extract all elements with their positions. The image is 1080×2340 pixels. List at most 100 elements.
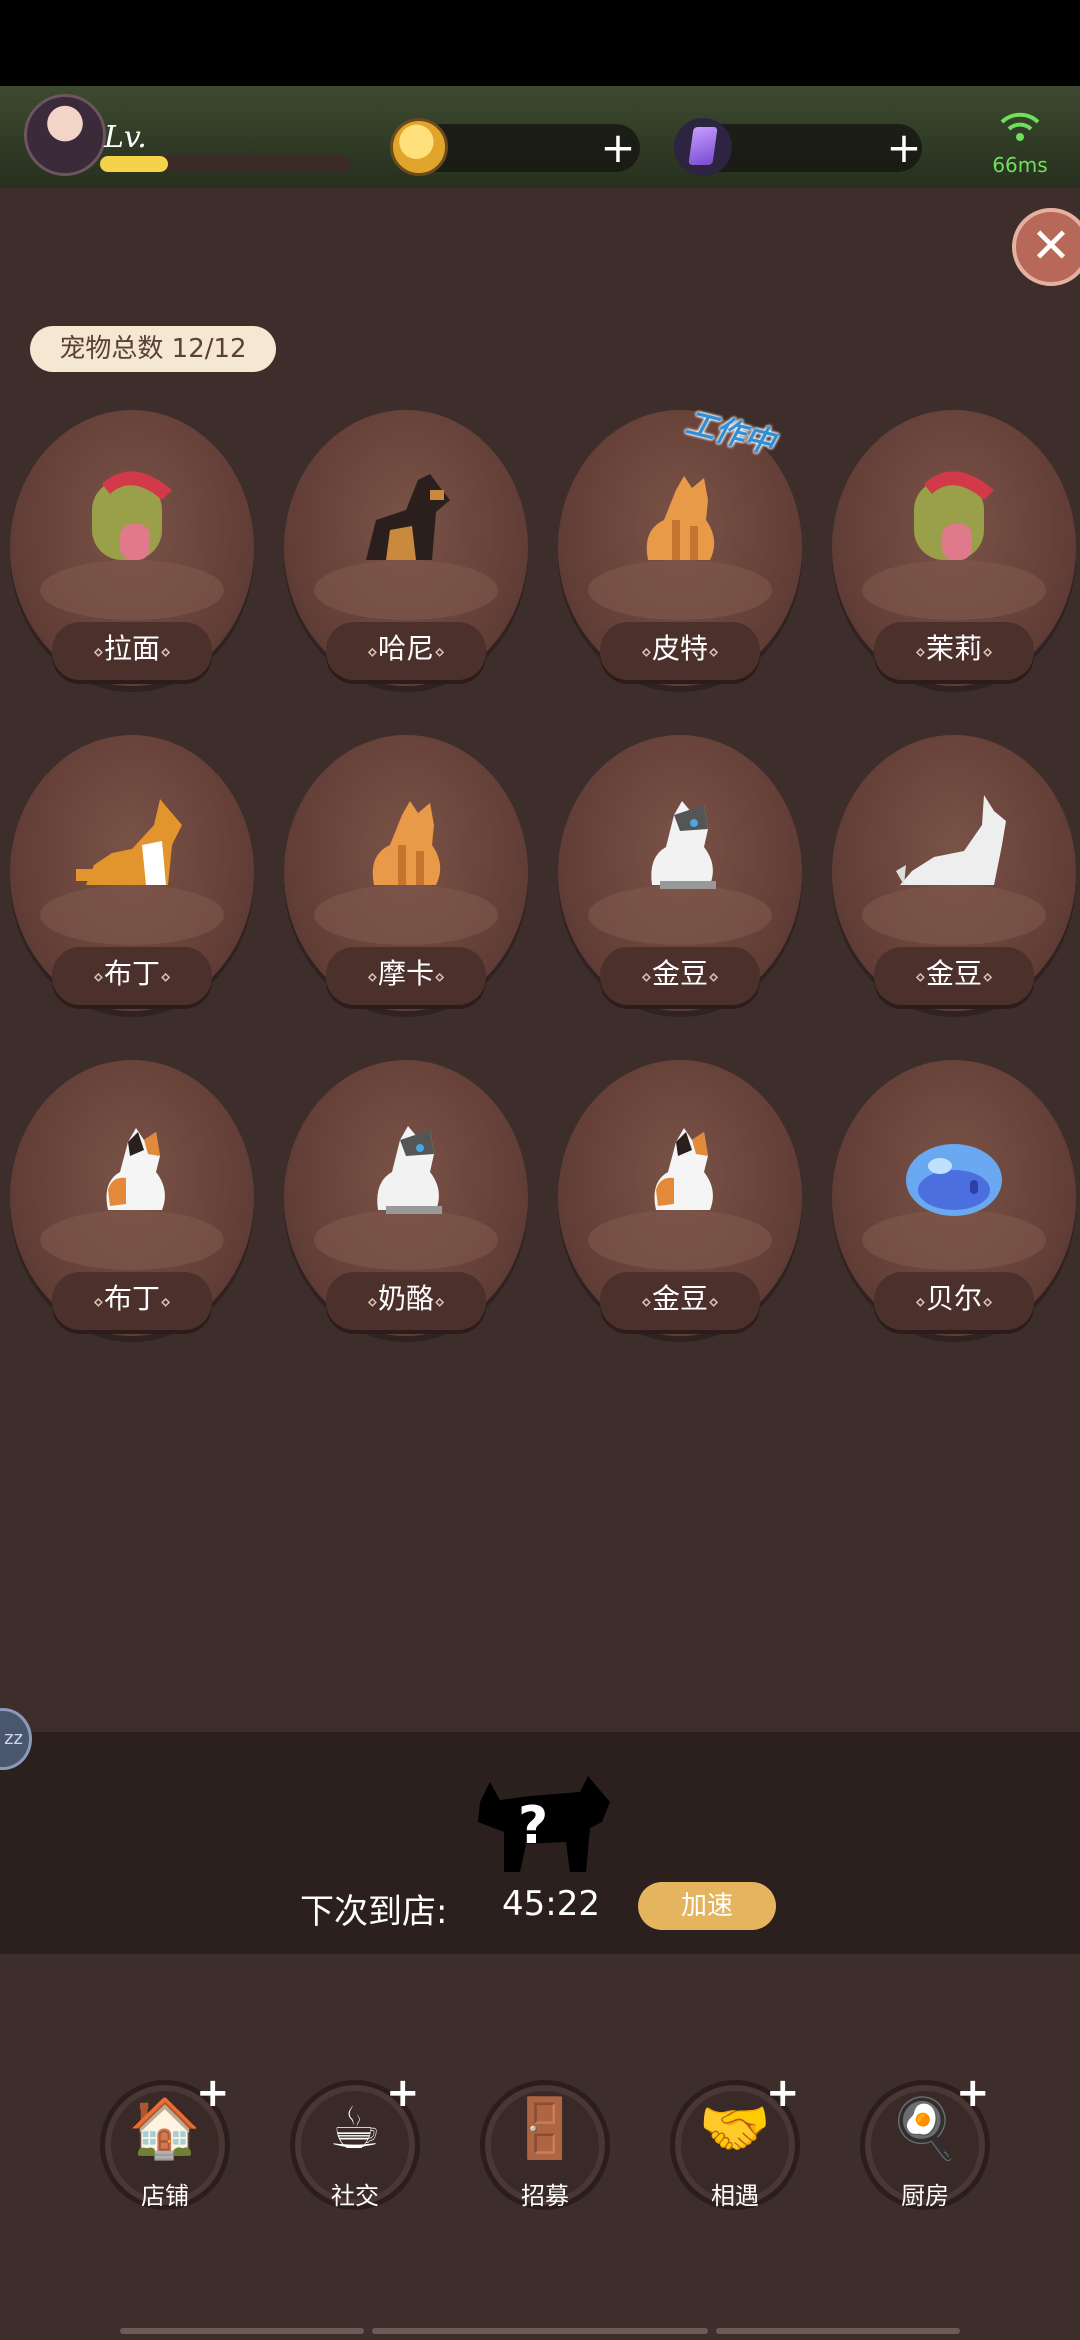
plus-badge-icon: + <box>196 2070 230 2116</box>
xp-bar-fill <box>100 156 168 172</box>
pet-name: 拉面 <box>103 632 160 665</box>
name-deco-right: ⋄ <box>708 642 720 663</box>
pet-sprite-corgi <box>72 785 192 905</box>
door-icon: 🚪 <box>508 2094 582 2162</box>
pet-name-tag: ⋄皮特⋄ <box>600 622 760 680</box>
name-deco-right: ⋄ <box>982 1292 994 1313</box>
name-deco-left: ⋄ <box>914 1292 926 1313</box>
name-deco-left: ⋄ <box>640 1292 652 1313</box>
nav-button-shop[interactable]: 🏠 店铺 + <box>100 2070 234 2214</box>
pet-name-tag: ⋄金豆⋄ <box>874 947 1034 1005</box>
pet-name-tag: ⋄奶酪⋄ <box>326 1272 486 1330</box>
pet-card[interactable]: ⋄拉面⋄ <box>10 410 254 692</box>
pet-card[interactable]: ⋄金豆⋄ <box>832 735 1076 1017</box>
pet-name: 茉莉 <box>925 632 982 665</box>
pet-sprite-orange-cat <box>620 460 740 580</box>
pet-sprite-calico <box>72 1110 192 1230</box>
pet-name-tag: ⋄摩卡⋄ <box>326 947 486 1005</box>
nav-button-label: 招募 <box>521 2182 569 2210</box>
pet-name: 金豆 <box>651 957 708 990</box>
plus-badge-icon: + <box>956 2070 990 2116</box>
nav-button-door[interactable]: 🚪 招募 <box>480 2080 614 2214</box>
name-deco-left: ⋄ <box>640 642 652 663</box>
speed-up-button[interactable]: 加速 <box>638 1882 776 1930</box>
pet-name: 哈尼 <box>377 632 434 665</box>
nav-button-coffee-cup[interactable]: ☕ 社交 + <box>290 2070 424 2214</box>
name-deco-left: ⋄ <box>366 967 378 988</box>
name-deco-left: ⋄ <box>92 642 104 663</box>
pet-card[interactable]: ⋄金豆⋄ <box>558 1060 802 1342</box>
name-deco-left: ⋄ <box>92 967 104 988</box>
pet-card[interactable]: ⋄奶酪⋄ <box>284 1060 528 1342</box>
name-deco-right: ⋄ <box>160 1292 172 1313</box>
status-bar <box>0 0 1080 86</box>
pet-sprite-slime <box>894 1110 1014 1230</box>
pet-sprite-helmet <box>894 460 1014 580</box>
ping-readout: 66ms <box>992 153 1048 177</box>
pet-name-tag: ⋄哈尼⋄ <box>326 622 486 680</box>
pet-card[interactable]: ⋄贝尔⋄ <box>832 1060 1076 1342</box>
plus-badge-icon: + <box>386 2070 420 2116</box>
nav-button-handshake[interactable]: 🤝 相遇 + <box>670 2070 804 2214</box>
wifi-icon <box>978 108 1062 153</box>
pet-sprite-white-cat <box>620 785 740 905</box>
pet-name: 布丁 <box>103 1282 160 1315</box>
purple-gem-icon <box>674 118 732 176</box>
name-deco-left: ⋄ <box>640 967 652 988</box>
name-deco-right: ⋄ <box>708 1292 720 1313</box>
name-deco-left: ⋄ <box>914 642 926 663</box>
pet-name: 贝尔 <box>925 1282 982 1315</box>
nav-button-frying-pan[interactable]: 🍳 厨房 + <box>860 2070 994 2214</box>
pet-name: 皮特 <box>651 632 708 665</box>
name-deco-left: ⋄ <box>914 967 926 988</box>
page-indicator-3 <box>716 2328 960 2334</box>
player-avatar[interactable] <box>24 94 106 176</box>
pet-name: 布丁 <box>103 957 160 990</box>
pet-card[interactable]: ⋄布丁⋄ <box>10 1060 254 1342</box>
network-status: 66ms <box>978 108 1062 178</box>
name-deco-right: ⋄ <box>160 967 172 988</box>
pet-card[interactable]: ⋄哈尼⋄ <box>284 410 528 692</box>
name-deco-left: ⋄ <box>366 1292 378 1313</box>
name-deco-right: ⋄ <box>434 967 446 988</box>
pet-name: 金豆 <box>651 1282 708 1315</box>
pet-card[interactable]: ⋄摩卡⋄ <box>284 735 528 1017</box>
pet-card[interactable]: ⋄金豆⋄ <box>558 735 802 1017</box>
nav-button-label: 社交 <box>331 2182 379 2210</box>
nav-button-label: 相遇 <box>711 2182 759 2210</box>
pet-name: 奶酪 <box>377 1282 434 1315</box>
pet-card[interactable]: ⋄布丁⋄ <box>10 735 254 1017</box>
pet-name: 摩卡 <box>377 957 434 990</box>
pet-sprite-calico <box>620 1110 740 1230</box>
pet-sprite-orange-cat <box>346 785 466 905</box>
plus-badge-icon: + <box>766 2070 800 2116</box>
mystery-question-mark: ? <box>518 1796 549 1856</box>
add-coins-button[interactable]: + <box>598 127 638 169</box>
name-deco-right: ⋄ <box>160 642 172 663</box>
name-deco-left: ⋄ <box>92 1292 104 1313</box>
next-arrival-label: 下次到店: <box>300 1892 448 1932</box>
pet-name-tag: ⋄贝尔⋄ <box>874 1272 1034 1330</box>
page-indicator-1 <box>120 2328 364 2334</box>
name-deco-right: ⋄ <box>982 642 994 663</box>
add-gems-button[interactable]: + <box>884 127 924 169</box>
pet-name-tag: ⋄拉面⋄ <box>52 622 212 680</box>
pet-name: 金豆 <box>925 957 982 990</box>
level-label: Lv. <box>104 120 147 155</box>
name-deco-left: ⋄ <box>366 642 378 663</box>
page-indicator-2 <box>372 2328 708 2334</box>
pet-name-tag: ⋄布丁⋄ <box>52 1272 212 1330</box>
pet-name-tag: ⋄布丁⋄ <box>52 947 212 1005</box>
name-deco-right: ⋄ <box>708 967 720 988</box>
pet-sprite-shepherd <box>346 460 466 580</box>
pet-count-badge: 宠物总数 12/12 <box>30 326 276 372</box>
close-button[interactable]: ✕ <box>1012 208 1080 286</box>
name-deco-right: ⋄ <box>434 1292 446 1313</box>
pet-sprite-helmet <box>72 460 192 580</box>
nav-button-label: 店铺 <box>141 2182 189 2210</box>
pet-card[interactable]: ⋄茉莉⋄ <box>832 410 1076 692</box>
arrival-timer: 45:22 <box>502 1884 600 1924</box>
name-deco-right: ⋄ <box>434 642 446 663</box>
name-deco-right: ⋄ <box>982 967 994 988</box>
cat-coin-icon <box>390 118 448 176</box>
